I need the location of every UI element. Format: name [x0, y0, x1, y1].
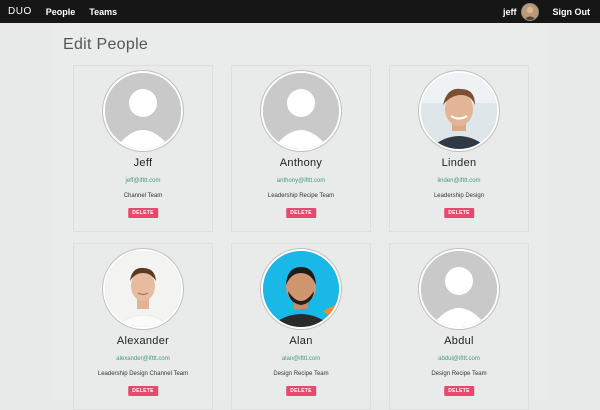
nav-link-teams[interactable]: Teams [89, 7, 117, 17]
page-title: Edit People [63, 36, 149, 53]
default-avatar-icon [421, 251, 497, 327]
person-name: Jeff [133, 157, 153, 169]
person-photo-icon [105, 251, 181, 327]
person-email[interactable]: anthony@ifttt.com [232, 178, 370, 184]
person-email[interactable]: linden@ifttt.com [390, 178, 528, 184]
delete-button[interactable]: DELETE [286, 208, 316, 218]
person-card: Alexander alexander@ifttt.com Leadership… [73, 243, 213, 410]
person-teams: Leadership Design [433, 193, 485, 199]
delete-button[interactable]: DELETE [444, 208, 474, 218]
person-teams: Channel Team [123, 193, 163, 199]
person-teams: Leadership Design Channel Team [97, 371, 189, 377]
person-name: Alan [289, 335, 313, 347]
sign-out-link[interactable]: Sign Out [553, 7, 591, 17]
delete-button[interactable]: DELETE [128, 208, 158, 218]
avatar [261, 71, 341, 151]
brand-logo[interactable]: DUO [8, 6, 32, 17]
delete-button[interactable]: DELETE [444, 386, 474, 396]
person-photo-icon [263, 251, 339, 327]
current-user-avatar[interactable] [520, 2, 539, 21]
avatar [419, 71, 499, 151]
user-menu: jeff Sign Out [503, 2, 591, 21]
default-avatar-icon [105, 73, 181, 149]
person-email[interactable]: alexander@ifttt.com [74, 356, 212, 362]
person-name: Linden [441, 157, 477, 169]
avatar [419, 249, 499, 329]
nav-link-people[interactable]: People [46, 7, 76, 17]
person-card: Anthony anthony@ifttt.com Leadership Rec… [231, 65, 371, 232]
person-card: Abdul abdul@ifttt.com Design Recipe Team… [389, 243, 529, 410]
person-teams: Design Recipe Team [431, 371, 487, 377]
current-user-name[interactable]: jeff [503, 7, 517, 17]
delete-button[interactable]: DELETE [128, 386, 158, 396]
default-avatar-icon [263, 73, 339, 149]
person-email[interactable]: jeff@ifttt.com [74, 178, 212, 184]
avatar [103, 71, 183, 151]
top-nav-bar: DUO People Teams jeff Sign Out [0, 0, 600, 23]
person-name: Alexander [116, 335, 170, 347]
avatar [103, 249, 183, 329]
person-card: Linden linden@ifttt.com Leadership Desig… [389, 65, 529, 232]
person-name: Abdul [444, 335, 474, 347]
person-email[interactable]: abdul@ifttt.com [390, 356, 528, 362]
person-teams: Leadership Recipe Team [267, 193, 335, 199]
person-card: Alan alan@ifttt.com Design Recipe Team D… [231, 243, 371, 410]
person-name: Anthony [279, 157, 323, 169]
person-teams: Design Recipe Team [273, 371, 329, 377]
avatar [261, 249, 341, 329]
delete-button[interactable]: DELETE [286, 386, 316, 396]
person-card: Jeff jeff@ifttt.com Channel Team DELETE [73, 65, 213, 232]
person-photo-icon [421, 73, 497, 149]
person-email[interactable]: alan@ifttt.com [232, 356, 370, 362]
